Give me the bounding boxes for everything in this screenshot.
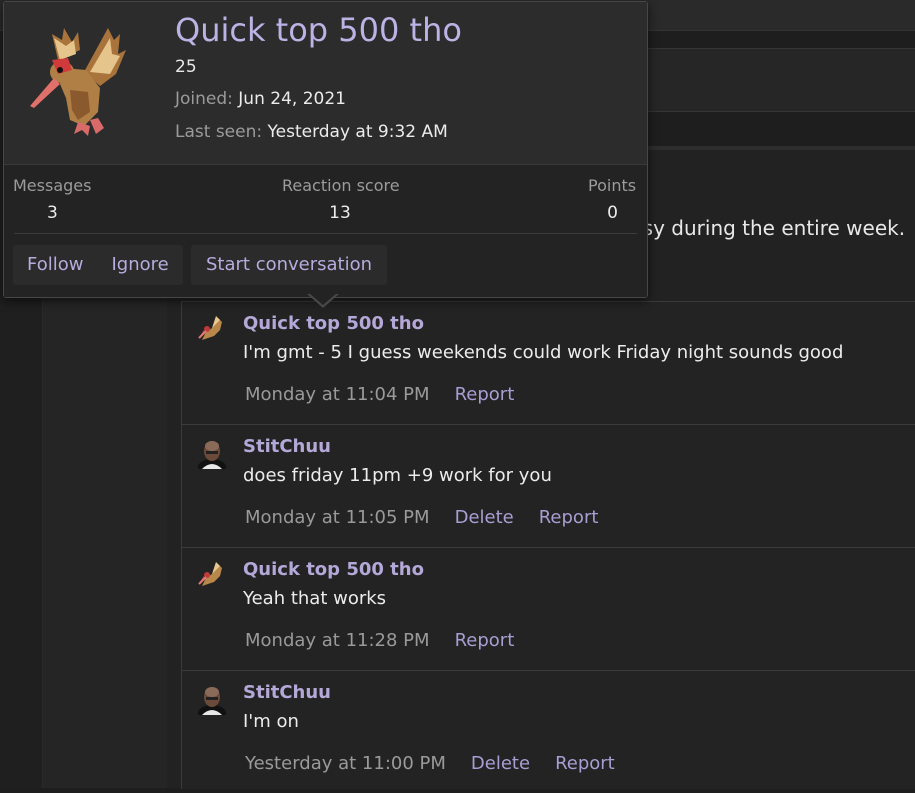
ignore-button[interactable]: Ignore [97, 245, 182, 285]
member-subtitle: 25 [175, 57, 197, 77]
reply-timestamp[interactable]: Monday at 11:04 PM [245, 384, 430, 405]
stat-messages-value[interactable]: 3 [13, 203, 91, 223]
reply-timestamp[interactable]: Yesterday at 11:00 PM [245, 753, 446, 774]
stat-reaction-score: Reaction score 13 [282, 176, 400, 223]
stat-points: Points 0 [588, 176, 636, 223]
member-actions: Follow Ignore Start conversation [4, 235, 647, 297]
report-link[interactable]: Report [555, 753, 615, 774]
content-header-band [646, 48, 915, 112]
report-link[interactable]: Report [455, 384, 515, 405]
reply-timestamp[interactable]: Monday at 11:05 PM [245, 507, 430, 528]
bird-pixel-avatar-icon[interactable] [24, 20, 134, 140]
stat-points-value[interactable]: 0 [588, 203, 636, 223]
report-link[interactable]: Report [455, 630, 515, 651]
stat-points-label: Points [588, 176, 637, 195]
report-link[interactable]: Report [539, 507, 599, 528]
reply-meta: Yesterday at 11:00 PM Delete Report [245, 753, 615, 774]
reply-meta: Monday at 11:04 PM Report [245, 384, 514, 405]
reply-meta: Monday at 11:28 PM Report [245, 630, 514, 651]
first-post-text: usy during the entire week. [630, 216, 906, 240]
reply-item: StitChuu I'm on Yesterday at 11:00 PM De… [182, 671, 915, 793]
reply-username[interactable]: Quick top 500 tho [243, 313, 424, 334]
person-avatar-icon[interactable] [196, 683, 228, 715]
reply-thread: Quick top 500 tho I'm gmt - 5 I guess we… [181, 301, 915, 789]
stat-reaction-label: Reaction score [282, 176, 400, 195]
tooltip-arrow-inner [309, 293, 337, 305]
stat-reaction-value[interactable]: 13 [282, 203, 398, 223]
member-last-seen: Last seen: Yesterday at 9:32 AM [175, 122, 448, 142]
delete-link[interactable]: Delete [455, 507, 514, 528]
reply-timestamp[interactable]: Monday at 11:28 PM [245, 630, 430, 651]
member-card-header: Quick top 500 tho 25 Joined: Jun 24, 202… [4, 2, 647, 165]
reply-username[interactable]: StitChuu [243, 436, 331, 457]
follow-ignore-group: Follow Ignore [13, 245, 183, 285]
bird-pixel-avatar-icon[interactable] [196, 314, 228, 346]
delete-link[interactable]: Delete [471, 753, 530, 774]
last-seen-label: Last seen: [175, 122, 263, 142]
start-conversation-button[interactable]: Start conversation [191, 245, 388, 285]
member-joined: Joined: Jun 24, 2021 [175, 89, 346, 109]
member-username[interactable]: Quick top 500 tho [175, 11, 462, 49]
stat-messages-label: Messages [13, 176, 92, 195]
reply-message: I'm on [243, 711, 299, 732]
reply-username[interactable]: Quick top 500 tho [243, 559, 424, 580]
reply-message: does friday 11pm +9 work for you [243, 465, 552, 486]
reply-item: StitChuu does friday 11pm +9 work for yo… [182, 425, 915, 548]
joined-label: Joined: [175, 89, 233, 109]
reply-meta: Monday at 11:05 PM Delete Report [245, 507, 598, 528]
reply-message: Yeah that works [243, 588, 387, 609]
reply-item: Quick top 500 tho I'm gmt - 5 I guess we… [182, 302, 915, 425]
member-stats: Messages 3 Reaction score 13 Points 0 [4, 165, 647, 235]
stats-divider [14, 233, 637, 234]
joined-value: Jun 24, 2021 [238, 89, 346, 109]
last-seen-value: Yesterday at 9:32 AM [267, 122, 448, 142]
reply-message: I'm gmt - 5 I guess weekends could work … [243, 342, 844, 363]
reply-username[interactable]: StitChuu [243, 682, 331, 703]
reply-item: Quick top 500 tho Yeah that works Monday… [182, 548, 915, 671]
follow-button[interactable]: Follow [13, 245, 97, 285]
person-avatar-icon[interactable] [196, 437, 228, 469]
member-tooltip-card: Quick top 500 tho 25 Joined: Jun 24, 202… [3, 1, 648, 298]
stat-messages: Messages 3 [13, 176, 91, 223]
bird-pixel-avatar-icon[interactable] [196, 560, 228, 592]
